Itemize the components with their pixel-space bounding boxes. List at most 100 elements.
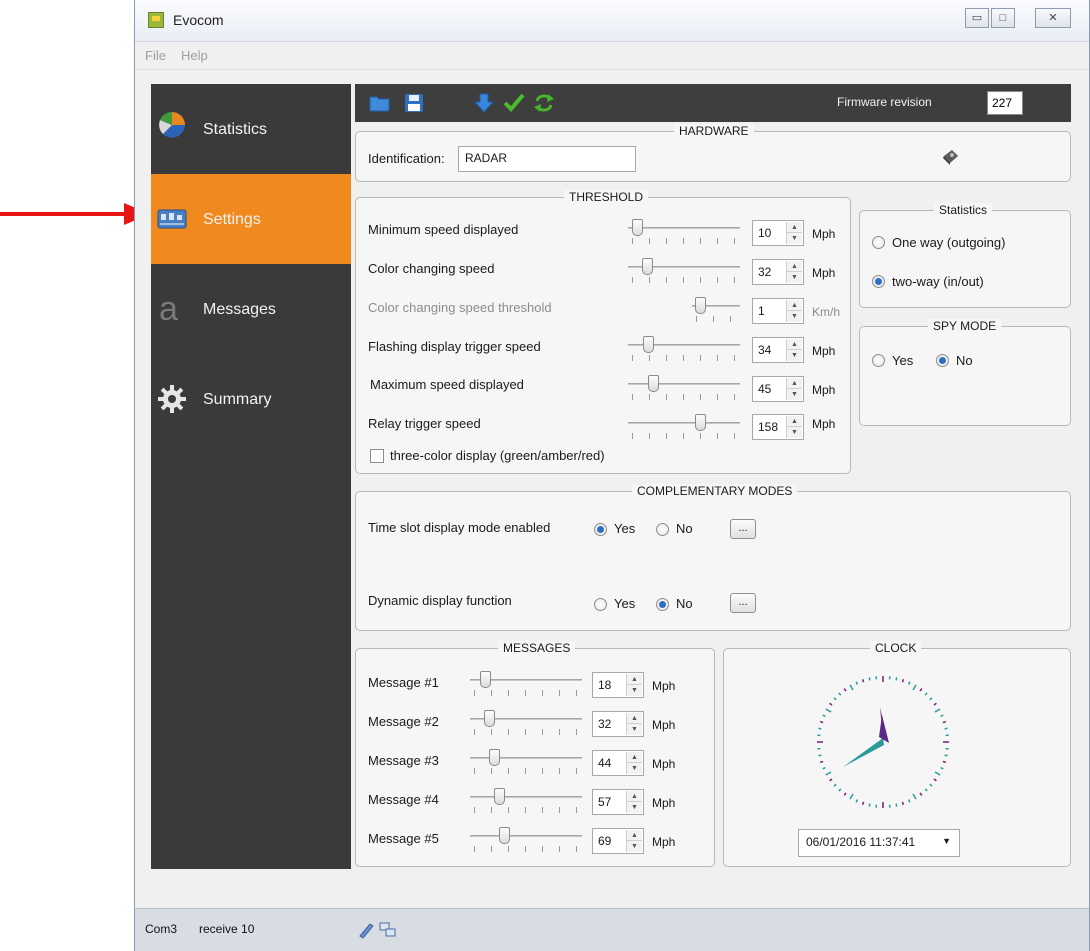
relay-speed-spinbox[interactable]: 158 ▲ ▼ — [752, 414, 804, 440]
sidebar-item-messages[interactable]: a Messages — [151, 264, 351, 354]
dynamic-no-radio[interactable] — [656, 598, 669, 611]
dynamic-more-button[interactable]: ... — [730, 593, 756, 613]
spin-up-arrow[interactable]: ▲ — [627, 752, 642, 763]
spin-down-arrow[interactable]: ▼ — [627, 685, 642, 696]
spin-down-arrow[interactable]: ▼ — [787, 272, 802, 283]
spin-down-arrow[interactable]: ▼ — [787, 427, 802, 438]
time-slot-yes-radio[interactable] — [594, 523, 607, 536]
relay-speed-slider[interactable] — [628, 414, 740, 442]
clock-tick — [818, 727, 822, 730]
one-way-radio[interactable] — [872, 236, 885, 249]
message-spinbox[interactable]: 18 ▲ ▼ — [592, 672, 644, 698]
message-label: Message #2 — [368, 714, 439, 729]
svg-text:a: a — [159, 294, 178, 324]
max-speed-spinbox[interactable]: 45 ▲ ▼ — [752, 376, 804, 402]
spin-up-arrow[interactable]: ▲ — [627, 830, 642, 841]
sidebar-item-summary[interactable]: Summary — [151, 354, 351, 444]
close-button[interactable]: ✕ — [1035, 8, 1071, 28]
flashing-speed-unit: Mph — [812, 344, 836, 358]
dynamic-display-label: Dynamic display function — [368, 593, 512, 608]
color-speed-label: Color changing speed — [368, 261, 495, 276]
flashing-speed-slider[interactable] — [628, 336, 740, 364]
spin-up-arrow[interactable]: ▲ — [787, 222, 802, 233]
spin-down-arrow[interactable]: ▼ — [627, 763, 642, 774]
spin-down-arrow[interactable]: ▼ — [787, 389, 802, 400]
clock-tick — [944, 754, 948, 757]
maximize-button[interactable]: □ — [991, 8, 1015, 28]
window-title: Evocom — [173, 12, 224, 28]
chevron-down-icon[interactable]: ▼ — [942, 836, 951, 846]
spin-down-arrow[interactable]: ▼ — [787, 350, 802, 361]
min-speed-spinbox[interactable]: 10 ▲ ▼ — [752, 220, 804, 246]
checkmark-icon[interactable] — [503, 93, 525, 113]
letter-a-icon: a — [159, 294, 178, 324]
clock-tick — [934, 708, 941, 713]
sidebar-item-statistics[interactable]: Statistics — [151, 84, 351, 174]
spy-yes-radio[interactable] — [872, 354, 885, 367]
max-speed-unit: Mph — [812, 383, 836, 397]
minimize-button[interactable]: ▭ — [965, 8, 989, 28]
spin-up-arrow[interactable]: ▲ — [787, 416, 802, 427]
time-slot-no-radio[interactable] — [656, 523, 669, 536]
flashing-speed-label: Flashing display trigger speed — [368, 339, 541, 354]
flashing-speed-spinbox[interactable]: 34 ▲ ▼ — [752, 337, 804, 363]
menu-file[interactable]: File — [145, 48, 166, 63]
color-threshold-slider[interactable] — [692, 297, 740, 325]
time-slot-label: Time slot display mode enabled — [368, 520, 551, 535]
clock-tick — [901, 801, 905, 806]
open-folder-icon[interactable] — [369, 93, 391, 113]
spin-down-arrow[interactable]: ▼ — [627, 724, 642, 735]
clock-tick — [919, 688, 923, 692]
clock-tick — [868, 803, 871, 807]
spin-down-arrow[interactable]: ▼ — [627, 802, 642, 813]
sidebar-item-label: Settings — [203, 211, 261, 228]
message-slider[interactable] — [470, 788, 582, 816]
time-slot-more-button[interactable]: ... — [730, 519, 756, 539]
message-spinbox[interactable]: 32 ▲ ▼ — [592, 711, 644, 737]
spin-up-arrow[interactable]: ▲ — [787, 339, 802, 350]
message-spinbox[interactable]: 57 ▲ ▼ — [592, 789, 644, 815]
spin-up-arrow[interactable]: ▲ — [787, 261, 802, 272]
spin-up-arrow[interactable]: ▲ — [627, 674, 642, 685]
sidebar-item-settings[interactable]: Settings — [151, 174, 351, 264]
max-speed-slider[interactable] — [628, 375, 740, 403]
color-speed-spinbox[interactable]: 32 ▲ ▼ — [752, 259, 804, 285]
app-window: Evocom ▭ □ ✕ File Help Statistics Settin… — [134, 0, 1090, 951]
clock-tick — [833, 697, 837, 701]
menu-help[interactable]: Help — [181, 48, 208, 63]
spin-up-arrow[interactable]: ▲ — [627, 791, 642, 802]
spy-no-radio[interactable] — [936, 354, 949, 367]
identification-input[interactable]: RADAR — [458, 146, 636, 172]
message-slider[interactable] — [470, 749, 582, 777]
refresh-icon[interactable] — [533, 93, 555, 113]
min-speed-slider[interactable] — [628, 219, 740, 247]
spin-up-arrow[interactable]: ▲ — [787, 300, 802, 311]
spin-up-arrow[interactable]: ▲ — [627, 713, 642, 724]
message-unit: Mph — [652, 796, 676, 810]
clock-datetime-select[interactable]: 06/01/2016 11:37:41 ▼ — [798, 829, 960, 857]
spin-down-arrow[interactable]: ▼ — [787, 233, 802, 244]
color-speed-slider[interactable] — [628, 258, 740, 286]
app-icon — [148, 12, 164, 28]
relay-speed-label: Relay trigger speed — [368, 416, 481, 431]
spin-down-arrow[interactable]: ▼ — [627, 841, 642, 852]
save-icon[interactable] — [403, 93, 425, 113]
message-slider[interactable] — [470, 710, 582, 738]
two-way-radio[interactable] — [872, 275, 885, 288]
message-slider[interactable] — [470, 827, 582, 855]
spin-up-arrow[interactable]: ▲ — [787, 378, 802, 389]
download-icon[interactable] — [473, 93, 495, 113]
dynamic-yes-radio[interactable] — [594, 598, 607, 611]
message-value: 69 — [598, 834, 612, 848]
message-spinbox[interactable]: 69 ▲ ▼ — [592, 828, 644, 854]
title-bar[interactable]: Evocom ▭ □ ✕ — [135, 0, 1089, 42]
three-color-checkbox[interactable] — [370, 449, 384, 463]
min-speed-unit: Mph — [812, 227, 836, 241]
message-spinbox[interactable]: 44 ▲ ▼ — [592, 750, 644, 776]
color-threshold-spinbox[interactable]: 1 ▲ ▼ — [752, 298, 804, 324]
message-label: Message #3 — [368, 753, 439, 768]
spin-down-arrow[interactable]: ▼ — [787, 311, 802, 322]
threshold-group: THRESHOLD Minimum speed displayed 10 ▲ ▼ … — [355, 190, 851, 474]
two-way-label: two-way (in/out) — [892, 274, 984, 289]
message-slider[interactable] — [470, 671, 582, 699]
